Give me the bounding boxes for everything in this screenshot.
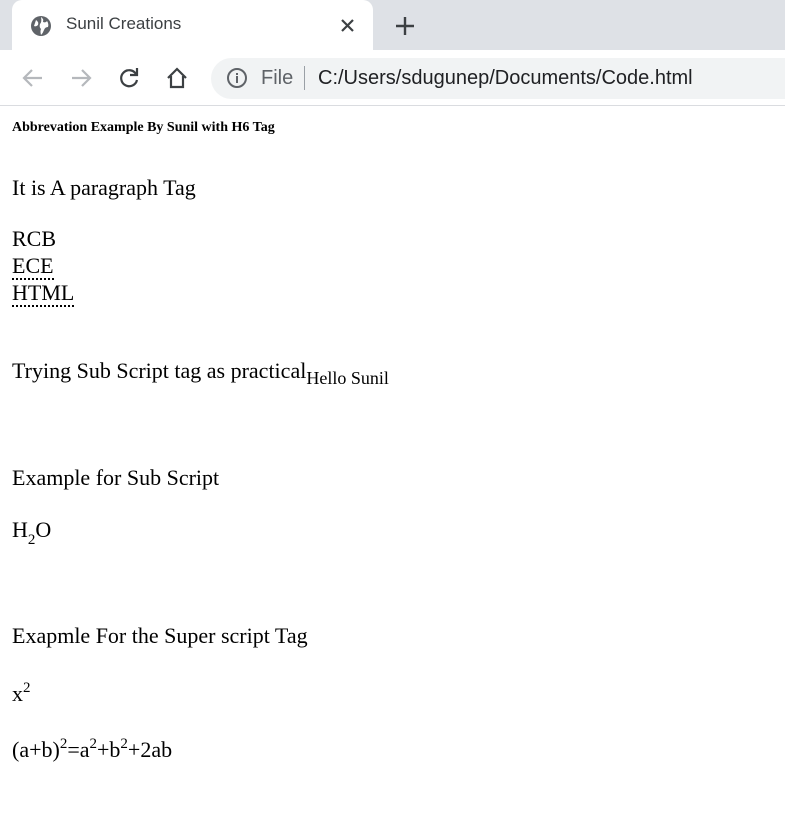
subscript-demo-sub: Hello Sunil [306, 368, 389, 388]
forward-arrow-icon[interactable] [68, 65, 94, 91]
formula-sup2: 2 [89, 736, 98, 752]
address-bar[interactable]: File C:/Users/sdugunep/Documents/Code.ht… [211, 58, 785, 99]
formula-part1: (a+b) [12, 737, 60, 762]
new-tab-button[interactable] [391, 13, 419, 39]
close-tab-icon[interactable] [334, 14, 360, 38]
formula-part2: =a [67, 737, 90, 762]
x-sup: 2 [23, 680, 31, 696]
binomial-formula: (a+b)2=a2+b2+2ab [12, 737, 172, 763]
back-arrow-icon[interactable] [20, 65, 46, 91]
formula-sup1: 2 [59, 736, 68, 752]
browser-toolbar: File C:/Users/sdugunep/Documents/Code.ht… [0, 50, 785, 106]
info-icon[interactable] [226, 67, 248, 89]
h2o-sub: 2 [27, 532, 36, 548]
h2o-h: H [12, 517, 28, 542]
reload-icon[interactable] [116, 65, 142, 91]
browser-tab[interactable]: Sunil Creations [12, 0, 373, 50]
subscript-demo-text: Trying Sub Script tag as practical [12, 358, 307, 383]
url-text[interactable]: C:/Users/sdugunep/Documents/Code.html [318, 67, 693, 90]
x-squared: x2 [12, 681, 31, 707]
h2o-formula: H2O [12, 517, 52, 548]
abbr-rcb: RCB [12, 226, 57, 251]
paragraph-text: It is A paragraph Tag [12, 175, 196, 200]
formula-part3: +b [97, 737, 121, 762]
formula-sup3: 2 [120, 736, 128, 752]
abbr-html: HTML [12, 280, 75, 307]
subscript-demo-line: Trying Sub Script tag as practicalHello … [12, 358, 389, 387]
home-icon[interactable] [164, 65, 190, 91]
x-base: x [12, 681, 23, 706]
sup-example-title: Exapmle For the Super script Tag [12, 623, 308, 648]
tab-strip: Sunil Creations [0, 0, 785, 50]
omnibox-divider [304, 66, 305, 90]
formula-part4: +2ab [127, 737, 173, 762]
sub-example-title: Example for Sub Script [12, 465, 220, 490]
tab-title: Sunil Creations [66, 14, 182, 33]
scheme-label: File [261, 67, 294, 89]
globe-icon [31, 16, 51, 36]
abbr-ece-text: ECE [12, 253, 54, 280]
abbr-html-text: HTML [12, 280, 75, 307]
h2o-o: O [35, 517, 52, 542]
page-heading-h6: Abbrevation Example By Sunil with H6 Tag [12, 120, 275, 135]
abbr-ece: ECE [12, 253, 54, 280]
